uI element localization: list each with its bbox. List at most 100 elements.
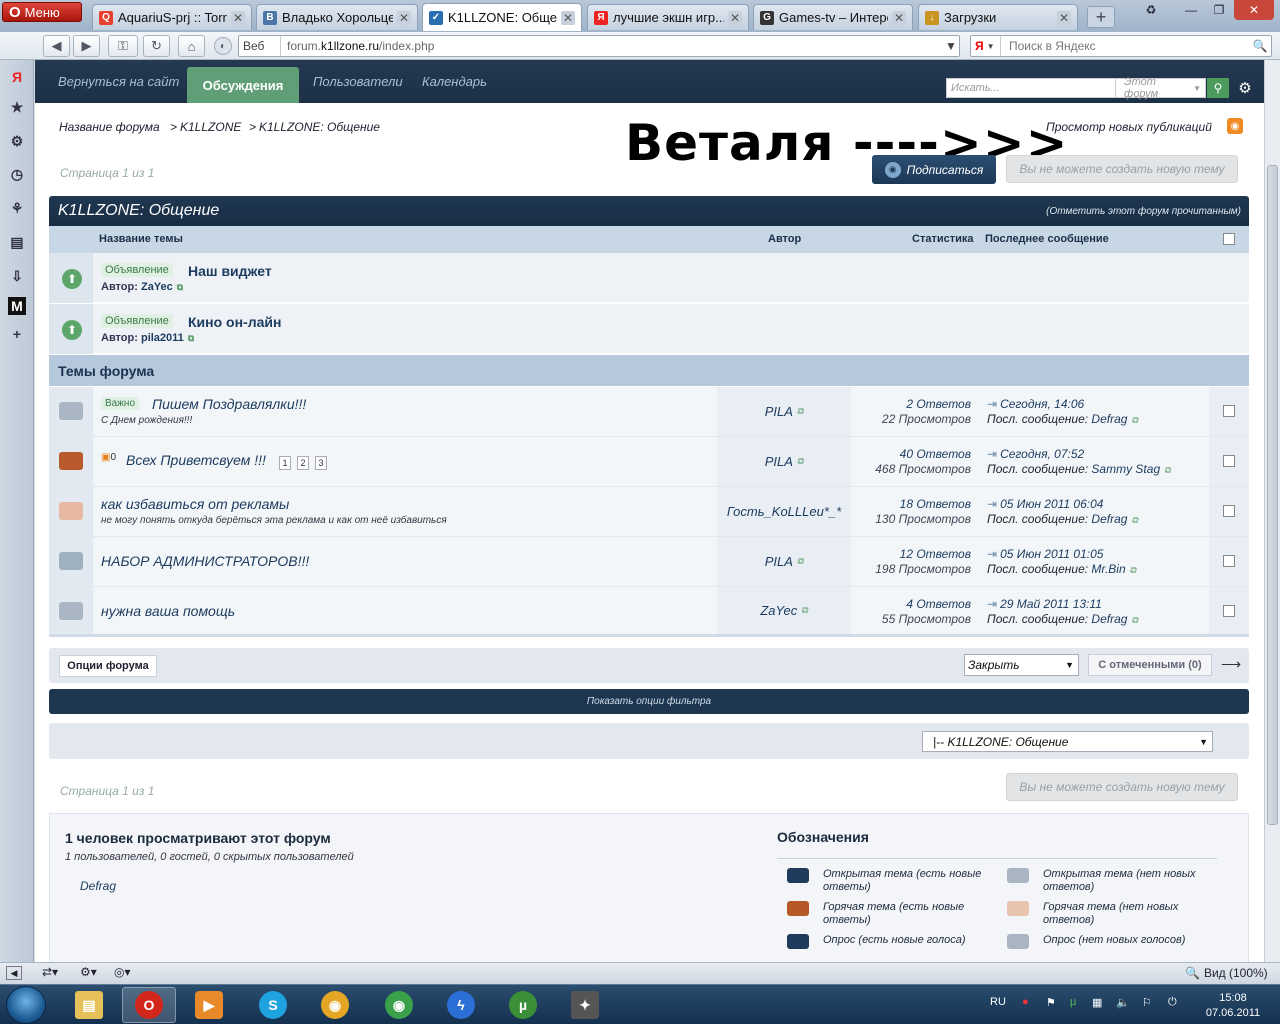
- last-post-date[interactable]: Сегодня, 07:52: [1000, 447, 1084, 461]
- show-filter-options-button[interactable]: Показать опции фильтра: [49, 689, 1249, 714]
- explorer-taskbar-icon[interactable]: ▤: [62, 987, 116, 1023]
- panel-toggle-icon[interactable]: ◀: [6, 966, 22, 980]
- add-panel-icon[interactable]: +: [6, 323, 28, 345]
- external-link-icon[interactable]: ⧉: [188, 333, 194, 343]
- scrollbar-thumb[interactable]: [1267, 165, 1278, 825]
- counter-strike-taskbar-icon[interactable]: ✦: [558, 987, 612, 1023]
- author-link[interactable]: PILA: [765, 554, 793, 569]
- key-icon[interactable]: ⚿: [108, 35, 138, 57]
- opera-tray-icon[interactable]: ●: [1022, 996, 1029, 1008]
- home-icon[interactable]: ⌂: [178, 35, 205, 57]
- topic-title[interactable]: Пишем Поздравлялки!!!: [152, 396, 306, 412]
- last-post-date[interactable]: Сегодня, 14:06: [1000, 397, 1084, 411]
- history-icon[interactable]: ◷: [6, 163, 28, 185]
- close-tab-icon[interactable]: ✕: [892, 10, 906, 25]
- author-link[interactable]: PILA: [765, 454, 793, 469]
- yandex-search-field[interactable]: Я ▼ Поиск в Яндекс 🔍: [970, 35, 1272, 57]
- network-tray-icon[interactable]: ▦: [1092, 996, 1102, 1009]
- page-link[interactable]: 3: [315, 456, 327, 470]
- topic-checkbox[interactable]: [1223, 455, 1235, 467]
- col-author[interactable]: Автор: [768, 233, 801, 245]
- widgets-icon[interactable]: ⚙: [6, 130, 28, 152]
- external-link-icon[interactable]: ⧉: [801, 605, 807, 616]
- author-link[interactable]: ZaYec: [141, 281, 173, 293]
- close-tab-icon[interactable]: ✕: [561, 10, 575, 25]
- go-last-post-icon[interactable]: ⇥: [987, 397, 997, 411]
- subscribe-button[interactable]: ◉ Подписаться: [872, 155, 996, 184]
- breadcrumb-k1llzone[interactable]: K1LLZONE: [180, 120, 241, 134]
- external-link-icon[interactable]: ⧉: [1130, 565, 1136, 575]
- go-last-post-icon[interactable]: ⇥: [987, 447, 997, 461]
- topic-checkbox[interactable]: [1223, 505, 1235, 517]
- tab-vkontakte[interactable]: В Владько Хорольцев ✕: [256, 4, 418, 30]
- external-link-icon[interactable]: ⧉: [1131, 615, 1137, 625]
- close-window-button[interactable]: ✕: [1234, 0, 1274, 20]
- tab-games-tv[interactable]: G Games-tv – Интере... ✕: [753, 4, 913, 30]
- announcement-title[interactable]: Кино он-лайн: [188, 314, 281, 330]
- nav-users[interactable]: Пользователи: [313, 60, 403, 103]
- last-post-date[interactable]: 29 Май 2011 13:11: [1000, 597, 1102, 611]
- reload-icon[interactable]: ↻: [143, 35, 170, 57]
- external-link-icon[interactable]: ⧉: [797, 556, 803, 567]
- power-icon[interactable]: ⏻: [1168, 996, 1177, 1009]
- topic-checkbox[interactable]: [1223, 605, 1235, 617]
- language-indicator[interactable]: RU: [990, 996, 1006, 1008]
- utorrent-tray-icon[interactable]: µ: [1070, 996, 1076, 1008]
- announcement-title[interactable]: Наш виджет: [188, 263, 272, 279]
- go-last-post-icon[interactable]: ⇥: [987, 597, 997, 611]
- chrome-taskbar-icon[interactable]: ◉: [372, 987, 426, 1023]
- last-post-user[interactable]: Sammy Stag: [1091, 462, 1160, 476]
- daemon-tools-taskbar-icon[interactable]: ϟ: [434, 987, 488, 1023]
- col-last-post[interactable]: Последнее сообщение: [985, 233, 1109, 245]
- address-bar[interactable]: Веб forum.k1llzone.ru/index.php ▼: [238, 35, 960, 57]
- utorrent-taskbar-icon[interactable]: µ: [496, 987, 550, 1023]
- last-post-user[interactable]: Mr.Bin: [1091, 562, 1125, 576]
- breadcrumb-forum[interactable]: Название форума: [59, 120, 160, 134]
- apply-to-selected-button[interactable]: С отмеченными (0): [1088, 654, 1212, 676]
- topic-title[interactable]: нужна ваша помощь: [101, 603, 235, 619]
- col-topic[interactable]: Название темы: [99, 233, 183, 245]
- address-dropdown-icon[interactable]: ▼: [943, 39, 959, 53]
- notes-icon[interactable]: ▤: [6, 231, 28, 253]
- last-post-date[interactable]: 05 Июн 2011 01:05: [1000, 547, 1103, 561]
- last-post-date[interactable]: 05 Июн 2011 06:04: [1000, 497, 1103, 511]
- yandex-icon[interactable]: Я: [6, 66, 28, 88]
- close-tab-icon[interactable]: ✕: [728, 10, 742, 25]
- yandex-logo-icon[interactable]: Я ▼: [971, 36, 1001, 56]
- bookmarks-icon[interactable]: ★: [6, 96, 28, 118]
- moderation-action-select[interactable]: Закрыть ▼: [964, 654, 1079, 676]
- transfers-icon[interactable]: ⇩: [6, 265, 28, 287]
- page-scrollbar[interactable]: [1264, 60, 1280, 962]
- zoom-control[interactable]: 🔍 Вид (100%): [1185, 966, 1268, 980]
- flag-tray-icon[interactable]: ⚑: [1046, 996, 1056, 1009]
- media-player-taskbar-icon[interactable]: ▶: [182, 987, 236, 1023]
- topic-title[interactable]: НАБОР АДМИНИСТРАТОРОВ!!!: [101, 553, 309, 569]
- forum-jump-select[interactable]: |-- K1LLZONE: Общение ▼: [922, 731, 1213, 752]
- unite-icon[interactable]: ⚘: [6, 197, 28, 219]
- unite-status-icon[interactable]: ◎▾: [114, 965, 131, 979]
- view-new-posts-link[interactable]: Просмотр новых публикаций: [1046, 120, 1212, 134]
- external-link-icon[interactable]: ⧉: [177, 282, 183, 292]
- nav-back-to-site[interactable]: Вернуться на сайт: [58, 60, 179, 103]
- last-post-user[interactable]: Defrag: [1091, 512, 1127, 526]
- page-link[interactable]: 2: [297, 456, 309, 470]
- last-post-user[interactable]: Defrag: [1091, 612, 1127, 626]
- page-link[interactable]: 1: [279, 456, 291, 470]
- topic-title[interactable]: как избавиться от рекламы: [101, 496, 289, 512]
- tab-yandex-search[interactable]: Я лучшие экшн игр... ✕: [587, 4, 749, 30]
- col-stats[interactable]: Статистика: [912, 233, 974, 245]
- sync-icon[interactable]: ⇄▾: [42, 965, 58, 979]
- active-viewer-link[interactable]: Defrag: [80, 879, 116, 893]
- tab-downloads[interactable]: ↓ Загрузки ✕: [918, 4, 1078, 30]
- close-tab-icon[interactable]: ✕: [1057, 10, 1071, 25]
- mail-icon[interactable]: M: [8, 297, 26, 315]
- external-link-icon[interactable]: ⧉: [1164, 465, 1170, 475]
- forum-options-button[interactable]: Опции форума: [59, 655, 157, 677]
- last-post-user[interactable]: Defrag: [1091, 412, 1127, 426]
- gear-icon[interactable]: ⚙: [1236, 78, 1254, 98]
- search-icon[interactable]: 🔍: [1249, 39, 1271, 53]
- skype-taskbar-icon[interactable]: S: [246, 987, 300, 1023]
- go-last-post-icon[interactable]: ⇥: [987, 547, 997, 561]
- forum-search-input[interactable]: Искать... Этот форум ▼: [946, 76, 1206, 100]
- author-link[interactable]: pila2011: [141, 332, 184, 344]
